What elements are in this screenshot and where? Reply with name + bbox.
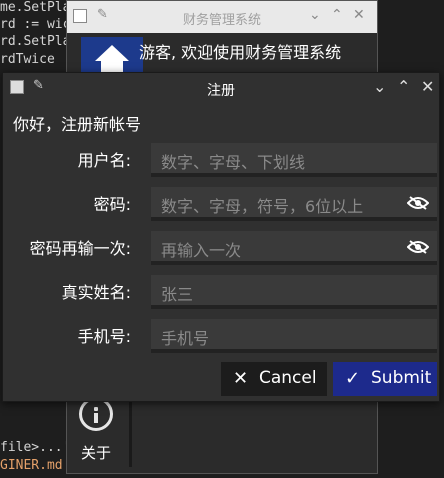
close-icon: ✕ [233, 368, 249, 389]
minimize-button[interactable]: ⌄ [309, 7, 321, 23]
register-dialog: ✎ 注册 ⌄ ⌃ ✕ 你好，注册新帐号 用户名: 数字、字母、下划线 密码: 数… [2, 72, 440, 402]
minimize-button[interactable]: ⌄ [373, 77, 386, 96]
about-label[interactable]: 关于 [81, 442, 111, 463]
close-button[interactable]: ✕ [421, 77, 434, 96]
code-line: rdTwice [0, 52, 55, 67]
greeting-text: 你好，注册新帐号 [13, 115, 142, 134]
welcome-text: 游客, 欢迎使用财务管理系统 [139, 43, 342, 62]
realname-placeholder: 张三 [161, 285, 194, 304]
password-confirm-placeholder: 再输入一次 [161, 241, 242, 260]
cancel-button[interactable]: ✕ Cancel [221, 362, 327, 396]
username-placeholder: 数字、字母、下划线 [161, 153, 306, 172]
password-confirm-label: 密码再输一次: [29, 239, 131, 258]
check-icon: ✓ [345, 368, 361, 389]
code-line: GINER.md [0, 458, 63, 473]
username-label: 用户名: [77, 151, 131, 170]
code-line: me.SetPla [0, 0, 71, 15]
maximize-button[interactable]: ⌃ [397, 77, 410, 96]
maximize-button[interactable]: ⌃ [331, 7, 343, 23]
code-line: rd := wic [0, 17, 71, 32]
password-label: 密码: [93, 195, 131, 214]
eye-off-icon[interactable] [407, 240, 429, 254]
username-input[interactable]: 数字、字母、下划线 [151, 143, 437, 177]
close-button[interactable]: ✕ [353, 7, 365, 23]
phone-placeholder: 手机号 [161, 329, 210, 348]
divider [129, 401, 132, 467]
realname-input[interactable]: 张三 [151, 275, 437, 309]
code-line: rd.SetPla [0, 34, 71, 49]
submit-button[interactable]: ✓ Submit [333, 362, 437, 396]
submit-label: Submit [371, 368, 432, 388]
main-window-titlebar: ✎ 财务管理系统 ⌄ ⌃ ✕ [67, 1, 377, 33]
phone-input[interactable]: 手机号 [151, 319, 437, 353]
password-input[interactable]: 数字、字母，符号，6位以上 [151, 187, 437, 221]
password-confirm-input[interactable]: 再输入一次 [151, 231, 437, 265]
code-line: file>...' [0, 440, 71, 455]
phone-label: 手机号: [77, 327, 131, 346]
eye-off-icon[interactable] [407, 196, 429, 210]
realname-label: 真实姓名: [61, 283, 131, 302]
cancel-label: Cancel [259, 368, 317, 388]
info-icon[interactable] [79, 397, 113, 431]
dialog-titlebar: ✎ 注册 ⌄ ⌃ ✕ [3, 73, 439, 103]
password-placeholder: 数字、字母，符号，6位以上 [161, 197, 364, 216]
